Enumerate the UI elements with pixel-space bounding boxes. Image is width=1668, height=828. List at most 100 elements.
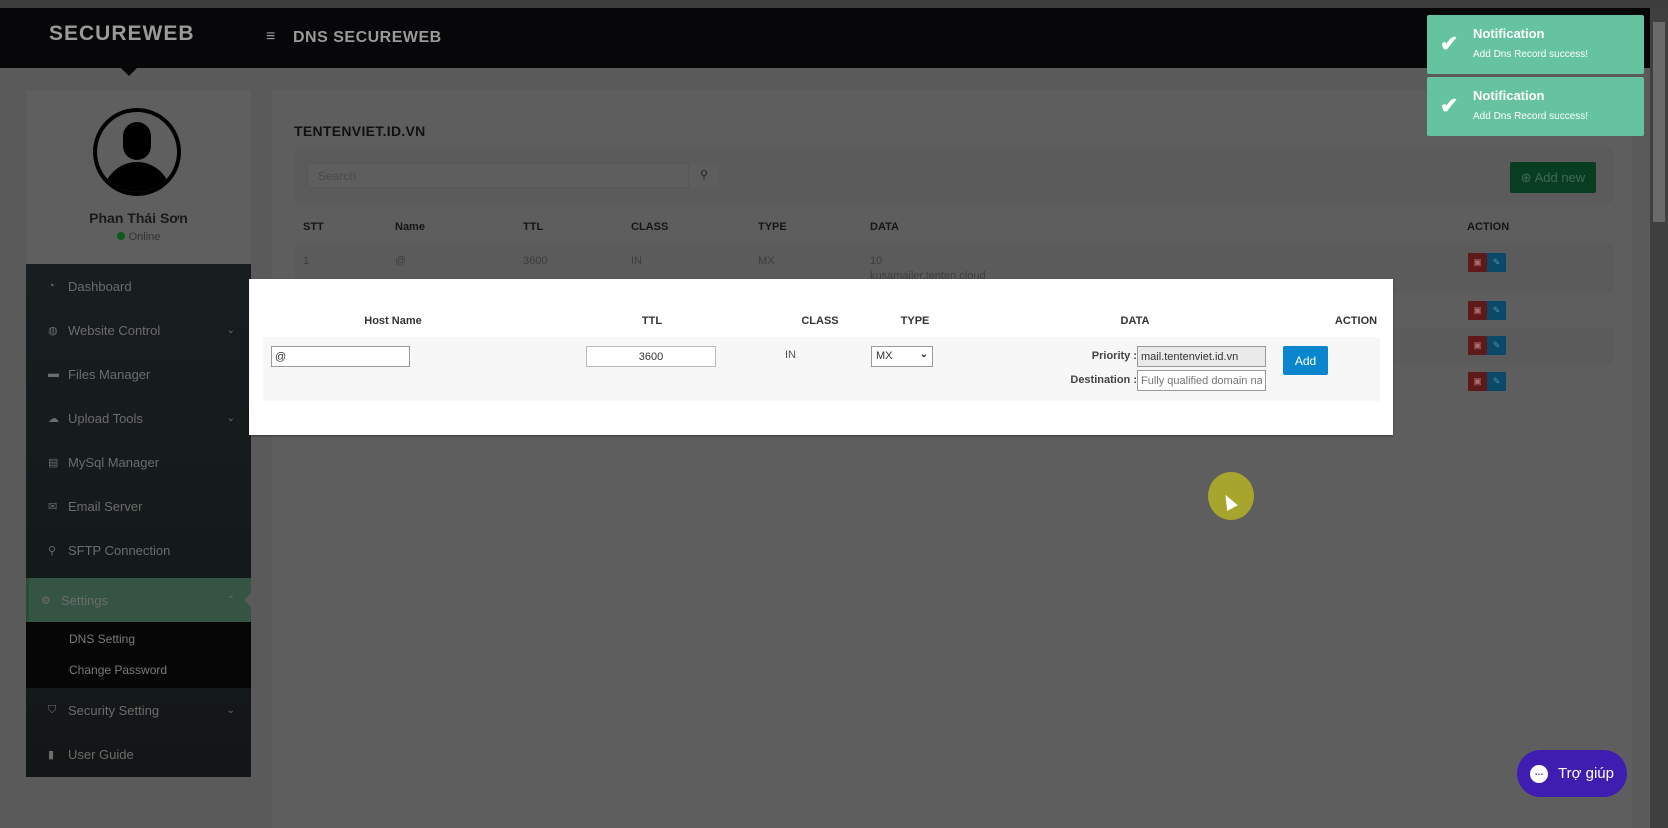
- add-button[interactable]: Add: [1283, 346, 1328, 375]
- sidebar-item-user-guide[interactable]: ▮ User Guide: [26, 732, 251, 776]
- avatar: [93, 108, 181, 196]
- sidebar-item-sftp-connection[interactable]: ⚲ SFTP Connection: [26, 528, 251, 572]
- sidebar-item-label: Settings: [61, 592, 108, 608]
- sidebar-item-label: MySql Manager: [68, 454, 160, 470]
- user-name: Phan Thái Sơn: [89, 210, 188, 226]
- gears-icon: ⚙: [41, 594, 51, 607]
- modal-header-data: DATA: [1120, 315, 1150, 327]
- row-actions: ▣ ✎: [1468, 253, 1506, 272]
- col-header-data: DATA: [870, 221, 899, 233]
- sidebar-item-label: Email Server: [68, 498, 143, 514]
- folder-icon: ▬: [48, 368, 59, 380]
- type-selected: MX: [876, 350, 893, 362]
- notification-message: Add Dns Record success!: [1473, 49, 1589, 60]
- sidebar-item-label: Files Manager: [68, 366, 151, 382]
- col-header-type: TYPE: [758, 221, 787, 233]
- edit-icon[interactable]: ✎: [1487, 301, 1506, 320]
- shield-icon: ⛉: [48, 703, 57, 716]
- row-actions: ▣ ✎: [1468, 301, 1506, 320]
- envelope-icon: ✉: [48, 500, 58, 513]
- page-title: TENTENVIET.ID.VN: [294, 123, 426, 139]
- logo[interactable]: SECUREWEB: [49, 22, 195, 46]
- destination-label: Destination :: [1070, 374, 1137, 386]
- chevron-down-icon: ⌄: [226, 704, 235, 716]
- cell-class: IN: [631, 255, 642, 267]
- col-header-stt: STT: [303, 221, 324, 233]
- trash-icon[interactable]: ▣: [1468, 253, 1487, 272]
- col-header-name: Name: [395, 221, 425, 233]
- book-icon: ▮: [48, 748, 55, 761]
- globe-icon: ◍: [48, 324, 58, 337]
- chevron-down-icon: ⌄: [226, 324, 235, 336]
- key-icon: ⚲: [48, 544, 57, 557]
- logo-caret: [121, 68, 137, 76]
- priority-input[interactable]: [1137, 346, 1266, 367]
- dashboard-icon: ◔: [48, 280, 55, 292]
- sidebar-item-security-setting[interactable]: ⛉ Security Setting ⌄: [26, 688, 251, 732]
- sidebar-item-upload-tools[interactable]: ☁ Upload Tools ⌄: [26, 396, 251, 440]
- type-select[interactable]: MX ⌄: [871, 346, 933, 367]
- sidebar-item-email-server[interactable]: ✉ Email Server: [26, 484, 251, 528]
- chevron-down-icon: ⌄: [919, 349, 928, 360]
- edit-icon[interactable]: ✎: [1487, 336, 1506, 355]
- cell-stt: 1: [303, 255, 310, 267]
- submenu-dns-setting[interactable]: DNS Setting: [69, 632, 135, 646]
- search-input[interactable]: Search: [307, 163, 689, 188]
- sidebar-item-label: Upload Tools: [68, 410, 143, 426]
- sidebar-item-dashboard[interactable]: ◔ Dashboard: [26, 264, 251, 308]
- help-label: Trợ giúp: [1558, 765, 1614, 782]
- col-header-action: ACTION: [1467, 221, 1510, 233]
- submenu-change-password[interactable]: Change Password: [69, 663, 167, 677]
- ttl-input[interactable]: [586, 346, 716, 367]
- browser-strip: [0, 0, 1668, 8]
- trash-icon[interactable]: ▣: [1468, 372, 1487, 391]
- trash-icon[interactable]: ▣: [1468, 301, 1487, 320]
- status-text: Online: [128, 231, 161, 243]
- trash-icon[interactable]: ▣: [1468, 336, 1487, 355]
- scrollbar-thumb[interactable]: [1653, 22, 1665, 222]
- check-icon: ✔: [1440, 31, 1459, 56]
- edit-icon[interactable]: ✎: [1487, 253, 1506, 272]
- notification-toast[interactable]: ✔ Notification Add Dns Record success!: [1427, 77, 1644, 136]
- help-chat-button[interactable]: … Trợ giúp: [1517, 750, 1627, 797]
- sidebar-item-settings[interactable]: ⚙ Settings ⌃: [26, 578, 252, 622]
- class-value: IN: [785, 349, 796, 361]
- cloud-upload-icon: ☁: [48, 412, 59, 425]
- sidebar-item-mysql-manager[interactable]: ▤ MySql Manager: [26, 440, 251, 484]
- row-actions: ▣ ✎: [1468, 372, 1506, 391]
- chevron-down-icon: ⌄: [226, 412, 235, 424]
- add-record-modal: Host Name TTL CLASS TYPE DATA ACTION IN …: [249, 279, 1393, 435]
- destination-input[interactable]: [1137, 370, 1266, 391]
- modal-header-class: CLASS: [801, 315, 839, 327]
- row-actions: ▣ ✎: [1468, 336, 1506, 355]
- priority-label: Priority :: [1091, 350, 1137, 362]
- sidebar-item-label: Dashboard: [68, 278, 132, 294]
- sidebar-item-files-manager[interactable]: ▬ Files Manager: [26, 352, 251, 396]
- online-dot-icon: [116, 232, 125, 240]
- add-new-button[interactable]: ⊕ Add new: [1510, 162, 1596, 193]
- hamburger-icon[interactable]: ≡: [266, 28, 275, 46]
- host-name-input[interactable]: [271, 346, 410, 367]
- modal-header-type: TYPE: [900, 315, 930, 327]
- chat-bubble-icon: …: [1530, 764, 1548, 783]
- settings-submenu: DNS Setting Change Password: [26, 622, 251, 688]
- col-header-class: CLASS: [631, 221, 669, 233]
- notification-title: Notification: [1473, 26, 1545, 41]
- sidebar-item-label: Website Control: [68, 322, 161, 338]
- cell-type: MX: [758, 255, 775, 267]
- check-icon: ✔: [1440, 93, 1459, 118]
- top-header: [0, 8, 1650, 68]
- sidebar-item-website-control[interactable]: ◍ Website Control ⌄: [26, 308, 251, 352]
- modal-header-host-name: Host Name: [364, 315, 422, 327]
- notification-toast[interactable]: ✔ Notification Add Dns Record success!: [1427, 15, 1644, 74]
- sidebar-item-label: SFTP Connection: [68, 542, 171, 558]
- cell-data: 10: [870, 255, 883, 267]
- modal-header-action: ACTION: [1334, 315, 1378, 327]
- search-icon[interactable]: ⚲: [689, 163, 719, 188]
- sidebar-item-label: Security Setting: [68, 702, 160, 718]
- database-icon: ▤: [48, 456, 59, 469]
- sidebar-item-label: User Guide: [68, 746, 134, 762]
- user-status: Online: [26, 231, 251, 243]
- notification-message: Add Dns Record success!: [1473, 111, 1589, 122]
- edit-icon[interactable]: ✎: [1487, 372, 1506, 391]
